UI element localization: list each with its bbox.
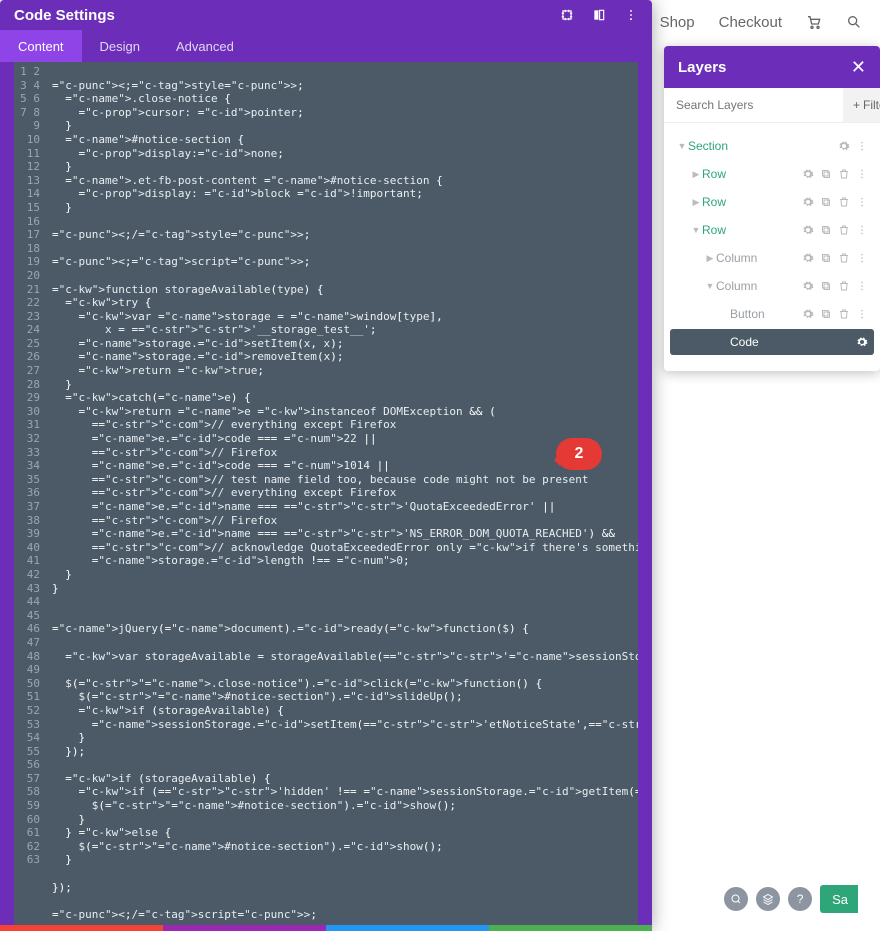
- dots-icon[interactable]: [856, 196, 868, 208]
- help-icon[interactable]: ?: [788, 887, 812, 911]
- layers-search-row: + Filter: [664, 88, 880, 123]
- help-dock: ? Sa: [724, 885, 858, 913]
- callout-2: 2: [556, 438, 602, 470]
- gear-icon[interactable]: [802, 168, 814, 180]
- layer-row-button[interactable]: Button: [670, 301, 874, 327]
- editor-code[interactable]: ="c-punc"><;="c-tag">style="c-punc">>; =…: [46, 62, 638, 931]
- gear-icon[interactable]: [802, 252, 814, 264]
- expander-icon[interactable]: ▶: [690, 197, 702, 208]
- dots-icon[interactable]: [856, 224, 868, 236]
- trash-icon[interactable]: [838, 252, 850, 264]
- save-button[interactable]: Sa: [820, 885, 858, 913]
- layer-label[interactable]: Row: [702, 223, 802, 237]
- tab-advanced[interactable]: Advanced: [158, 30, 252, 62]
- trash-icon[interactable]: [838, 196, 850, 208]
- dots-icon[interactable]: [856, 308, 868, 320]
- layer-label[interactable]: Row: [702, 167, 802, 181]
- layer-label[interactable]: Column: [716, 251, 802, 265]
- nav-link-shop[interactable]: Shop: [660, 14, 695, 31]
- expander-icon[interactable]: ▼: [690, 225, 702, 235]
- trash-icon[interactable]: [838, 168, 850, 180]
- expander-icon[interactable]: ▼: [676, 141, 688, 151]
- gear-icon[interactable]: [838, 140, 850, 152]
- editor-gutter: 1 2 3 4 5 6 7 8 9 10 11 12 13 14 15 16 1…: [14, 62, 46, 931]
- history-icon[interactable]: [724, 887, 748, 911]
- gear-icon[interactable]: [802, 308, 814, 320]
- layer-row-column[interactable]: ▼Column: [670, 273, 874, 299]
- dots-icon[interactable]: [856, 280, 868, 292]
- gear-icon[interactable]: [802, 196, 814, 208]
- more-icon[interactable]: [624, 8, 638, 22]
- expander-icon[interactable]: ▶: [690, 169, 702, 180]
- layer-label[interactable]: Code: [730, 335, 856, 349]
- gear-icon[interactable]: [802, 280, 814, 292]
- layer-row-code[interactable]: Code: [670, 329, 874, 355]
- layer-row-row[interactable]: ▼Row: [670, 217, 874, 243]
- layer-label[interactable]: Row: [702, 195, 802, 209]
- layers-panel: Layers ✕ + Filter ▼Section▶Row▶Row▼Row▶C…: [664, 46, 880, 371]
- expander-icon[interactable]: ▶: [704, 253, 716, 264]
- layers-tree: ▼Section▶Row▶Row▼Row▶Column▼ColumnButton…: [664, 123, 880, 371]
- tab-design[interactable]: Design: [82, 30, 158, 62]
- layer-row-section[interactable]: ▼Section: [670, 133, 874, 159]
- dots-icon[interactable]: [856, 168, 868, 180]
- dots-icon[interactable]: [856, 252, 868, 264]
- snap-icon[interactable]: [592, 8, 606, 22]
- trash-icon[interactable]: [838, 280, 850, 292]
- cart-icon[interactable]: [806, 14, 822, 30]
- tab-content[interactable]: Content: [0, 30, 82, 62]
- close-icon[interactable]: ✕: [851, 57, 866, 78]
- layers-header: Layers ✕: [664, 46, 880, 88]
- layer-row-row[interactable]: ▶Row: [670, 189, 874, 215]
- fullscreen-icon[interactable]: [560, 8, 574, 22]
- layer-row-row[interactable]: ▶Row: [670, 161, 874, 187]
- layers-title: Layers: [678, 59, 726, 76]
- filter-button[interactable]: + Filter: [843, 88, 880, 122]
- layer-label[interactable]: Section: [688, 139, 838, 153]
- modal-tabs: Content Design Advanced: [0, 30, 652, 62]
- code-editor[interactable]: 1 2 3 4 5 6 7 8 9 10 11 12 13 14 15 16 1…: [14, 62, 638, 931]
- plus-icon: +: [853, 98, 860, 112]
- layer-label[interactable]: Column: [716, 279, 802, 293]
- layer-row-column[interactable]: ▶Column: [670, 245, 874, 271]
- dup-icon[interactable]: [820, 280, 832, 292]
- modal-header: Code Settings: [0, 0, 652, 30]
- gear-icon[interactable]: [802, 224, 814, 236]
- trash-icon[interactable]: [838, 224, 850, 236]
- layers-search-input[interactable]: [664, 88, 843, 122]
- dup-icon[interactable]: [820, 252, 832, 264]
- dup-icon[interactable]: [820, 224, 832, 236]
- layers-icon[interactable]: [756, 887, 780, 911]
- expander-icon[interactable]: ▼: [704, 281, 716, 291]
- rainbow-bar: [0, 925, 652, 931]
- layer-label[interactable]: Button: [730, 307, 802, 321]
- dup-icon[interactable]: [820, 168, 832, 180]
- filter-label: Filter: [863, 98, 880, 112]
- modal-title: Code Settings: [14, 7, 115, 24]
- dup-icon[interactable]: [820, 308, 832, 320]
- gear-icon[interactable]: [856, 336, 868, 348]
- trash-icon[interactable]: [838, 308, 850, 320]
- dots-icon[interactable]: [856, 140, 868, 152]
- dup-icon[interactable]: [820, 196, 832, 208]
- search-icon[interactable]: [846, 14, 862, 30]
- nav-link-checkout[interactable]: Checkout: [719, 14, 782, 31]
